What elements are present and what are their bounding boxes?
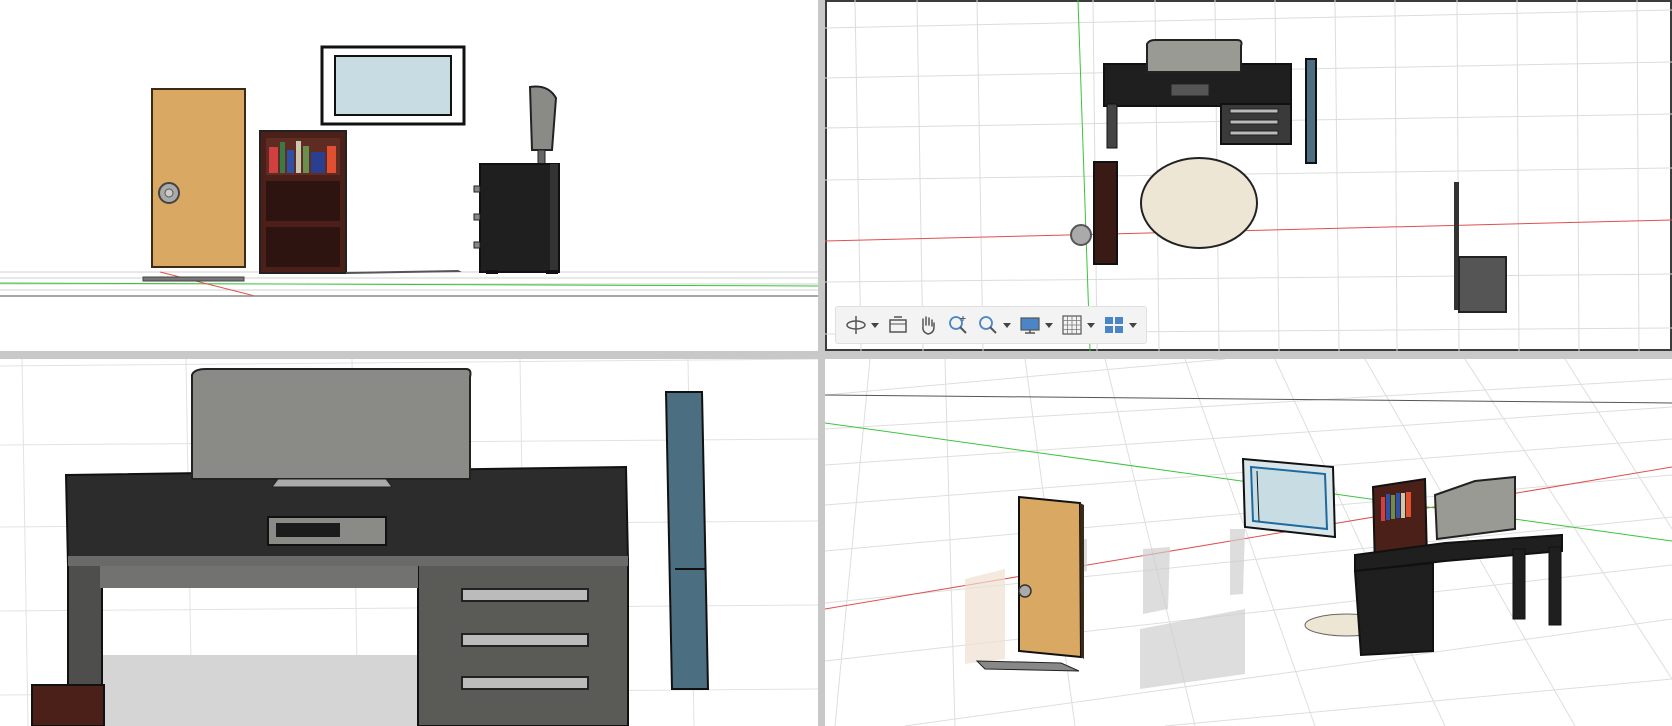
window-model[interactable]	[1241, 457, 1337, 539]
chevron-down-icon	[871, 322, 879, 328]
orbit-button[interactable]	[842, 310, 882, 340]
fit-zoom-icon	[979, 316, 997, 334]
grid-snap-icon	[1062, 315, 1082, 335]
door-model[interactable]	[1454, 182, 1507, 313]
y-axis-line	[1077, 0, 1091, 351]
bookshelf-model[interactable]	[259, 130, 347, 274]
closeup-viewport[interactable]	[0, 359, 818, 726]
chevron-down-icon	[1003, 322, 1011, 328]
bookshelf-model[interactable]	[31, 684, 105, 726]
desk-model[interactable]	[473, 85, 560, 274]
pan-hand-icon	[922, 316, 935, 335]
window-model[interactable]	[1305, 58, 1317, 164]
grid-snap-button[interactable]	[1058, 310, 1098, 340]
grid-floor	[825, 0, 1672, 351]
chevron-down-icon	[1129, 322, 1137, 328]
look-at-button[interactable]	[884, 310, 912, 340]
viewports-button[interactable]	[1100, 310, 1140, 340]
chevron-down-icon	[1087, 322, 1095, 328]
orbit-icon	[846, 316, 866, 334]
front-viewport[interactable]	[0, 0, 818, 351]
pan-button[interactable]	[914, 310, 942, 340]
rug-model[interactable]	[1140, 157, 1258, 249]
fit-zoom-button[interactable]	[974, 310, 1014, 340]
viewports-icon	[1105, 317, 1123, 333]
bookshelf-model[interactable]	[1093, 161, 1118, 265]
window-model[interactable]	[320, 45, 466, 126]
monitor-model[interactable]	[191, 368, 472, 480]
door-model[interactable]	[142, 88, 246, 282]
look-at-icon	[889, 316, 907, 333]
zoom-button[interactable]	[944, 310, 972, 340]
rug-model[interactable]	[346, 270, 462, 274]
display-settings-button[interactable]	[1016, 310, 1056, 340]
chevron-down-icon	[1045, 322, 1053, 328]
display-settings-icon	[1020, 317, 1040, 334]
top-viewport[interactable]	[825, 0, 1672, 351]
perspective-viewport[interactable]	[825, 359, 1672, 726]
desk-model[interactable]	[1103, 39, 1292, 149]
navigation-toolbar	[835, 306, 1147, 344]
zoom-icon	[949, 316, 967, 334]
window-model[interactable]	[664, 391, 710, 690]
